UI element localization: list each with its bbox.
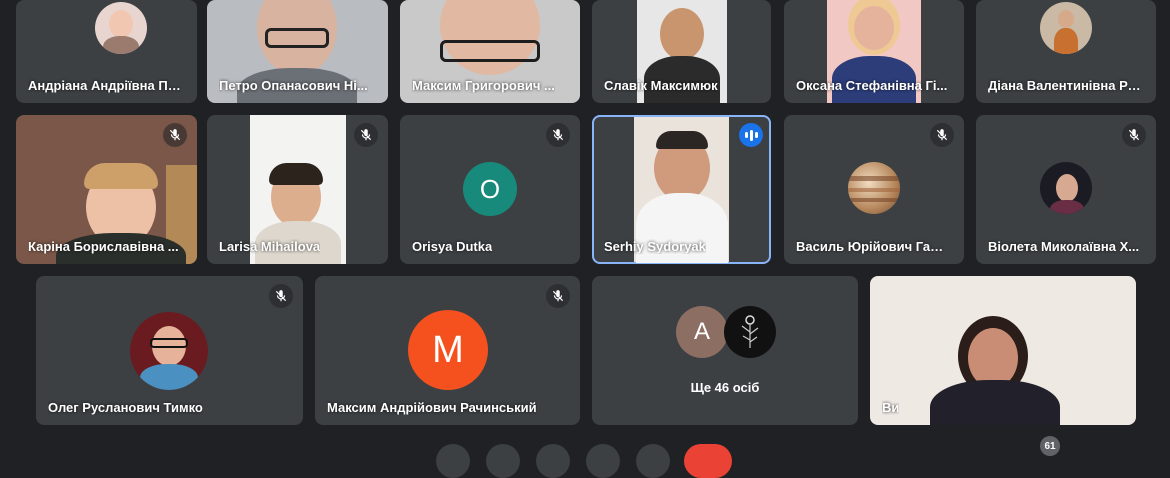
raise-hand-button[interactable]: [586, 444, 620, 478]
participant-name: Василь Юрійович Ганд...: [796, 239, 949, 254]
avatar: A: [676, 306, 728, 358]
participant-name: Віолета Миколаївна Х...: [988, 239, 1140, 254]
participant-tile-slavik[interactable]: Славік Максимюк: [592, 0, 771, 103]
mic-off-icon: [1122, 123, 1146, 147]
avatar: [724, 306, 776, 358]
participant-name: Славік Максимюк: [604, 78, 718, 93]
participant-name: Orisya Dutka: [412, 239, 493, 254]
participant-name: Петро Опанасович Ні...: [219, 78, 368, 93]
participant-name: Олег Русланович Тимко: [48, 400, 203, 415]
participant-tile-larisa[interactable]: Larisa Mihailova: [207, 115, 388, 264]
participant-tile-karina[interactable]: Каріна Бориславівна ...: [16, 115, 197, 264]
participant-tile-maksym-r[interactable]: M Максим Андрійович Рачинський: [315, 276, 580, 425]
mic-off-icon: [930, 123, 954, 147]
participant-tile-vasyl[interactable]: Василь Юрійович Ганд...: [784, 115, 964, 264]
participant-name: Максим Григорович ...: [412, 78, 555, 93]
participant-name: Ви: [882, 400, 900, 415]
avatar: [1040, 2, 1092, 54]
more-options-button[interactable]: [636, 444, 670, 478]
leave-call-button[interactable]: [684, 444, 732, 478]
participant-name: Андріана Андріївна По...: [28, 78, 182, 93]
participant-name: Оксана Стефанівна Гі...: [796, 78, 948, 93]
participant-name: Serhiy Sydoryak: [604, 239, 706, 254]
self-tile[interactable]: Ви: [870, 276, 1136, 425]
camera-button[interactable]: [486, 444, 520, 478]
captions-button[interactable]: [536, 444, 570, 478]
avatar: [848, 162, 900, 214]
participant-name: Максим Андрійович Рачинський: [327, 400, 537, 415]
participant-tile-oksana[interactable]: Оксана Стефанівна Гі...: [784, 0, 964, 103]
participant-tile-andriana[interactable]: Андріана Андріївна По...: [16, 0, 197, 103]
participant-tile-petro[interactable]: Петро Опанасович Ні...: [207, 0, 388, 103]
participant-name: Larisa Mihailova: [219, 239, 321, 254]
participant-tile-violeta[interactable]: Віолета Миколаївна Х...: [976, 115, 1156, 264]
avatar: M: [408, 310, 488, 390]
mic-off-icon: [354, 123, 378, 147]
mic-off-icon: [163, 123, 187, 147]
avatar: [1040, 162, 1092, 214]
mic-off-icon: [546, 123, 570, 147]
audio-level-icon: [739, 123, 763, 147]
avatar: O: [463, 162, 517, 216]
participants-count-badge[interactable]: 61: [1040, 436, 1060, 456]
participant-name: Каріна Бориславівна ...: [28, 239, 179, 254]
avatar: [95, 2, 147, 54]
mic-button[interactable]: [436, 444, 470, 478]
others-count-label: Ще 46 осіб: [690, 380, 760, 395]
mic-off-icon: [269, 284, 293, 308]
avatar: [130, 312, 208, 390]
participant-tile-maksym-h[interactable]: Максим Григорович ...: [400, 0, 580, 103]
participant-tile-oleh[interactable]: Олег Русланович Тимко: [36, 276, 303, 425]
others-tile[interactable]: A Ще 46 осіб: [592, 276, 858, 425]
participant-tile-diana[interactable]: Діана Валентинівна Ра...: [976, 0, 1156, 103]
mic-off-icon: [546, 284, 570, 308]
participant-tile-orisya[interactable]: O Orisya Dutka: [400, 115, 580, 264]
participant-name: Діана Валентинівна Ра...: [988, 78, 1141, 93]
participant-tile-serhiy[interactable]: Serhiy Sydoryak: [592, 115, 771, 264]
